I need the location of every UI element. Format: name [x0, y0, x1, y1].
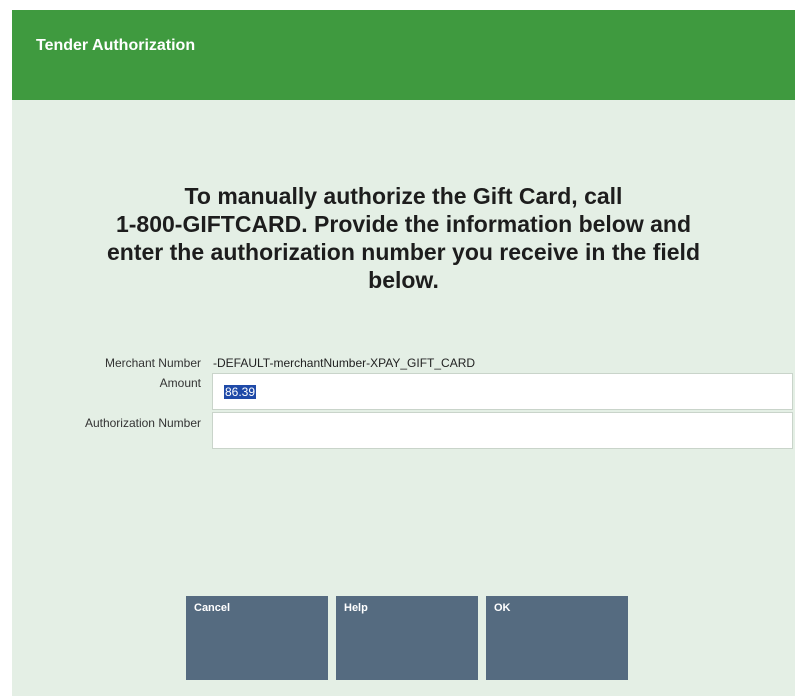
instruction-line: below.	[368, 267, 439, 293]
tender-authorization-dialog: Tender Authorization To manually authori…	[12, 10, 795, 696]
help-button-label: Help	[344, 602, 368, 614]
authorization-number-field[interactable]	[212, 412, 793, 449]
cancel-button-label: Cancel	[194, 602, 231, 614]
help-button[interactable]: Help	[336, 596, 478, 680]
merchant-number-label: Merchant Number	[104, 356, 201, 370]
dialog-title: Tender Authorization	[36, 37, 196, 54]
instruction-message: To manually authorize the Gift Card, cal…	[12, 182, 795, 294]
instruction-line: To manually authorize the Gift Card, cal…	[184, 183, 623, 209]
ok-button[interactable]: OK	[486, 596, 628, 680]
amount-value: 86.39	[224, 385, 257, 399]
title-bar: Tender Authorization	[12, 10, 795, 100]
authorization-number-label: Authorization Number	[84, 416, 201, 430]
instruction-line: enter the authorization number you recei…	[107, 239, 700, 265]
ok-button-label: OK	[494, 602, 511, 614]
merchant-number-value: -DEFAULT-merchantNumber-XPAY_GIFT_CARD	[213, 356, 476, 370]
cancel-button[interactable]: Cancel	[186, 596, 328, 680]
amount-label: Amount	[159, 376, 201, 390]
amount-field[interactable]: 86.39	[212, 373, 793, 410]
instruction-line: 1-800-GIFTCARD. Provide the information …	[115, 211, 692, 237]
